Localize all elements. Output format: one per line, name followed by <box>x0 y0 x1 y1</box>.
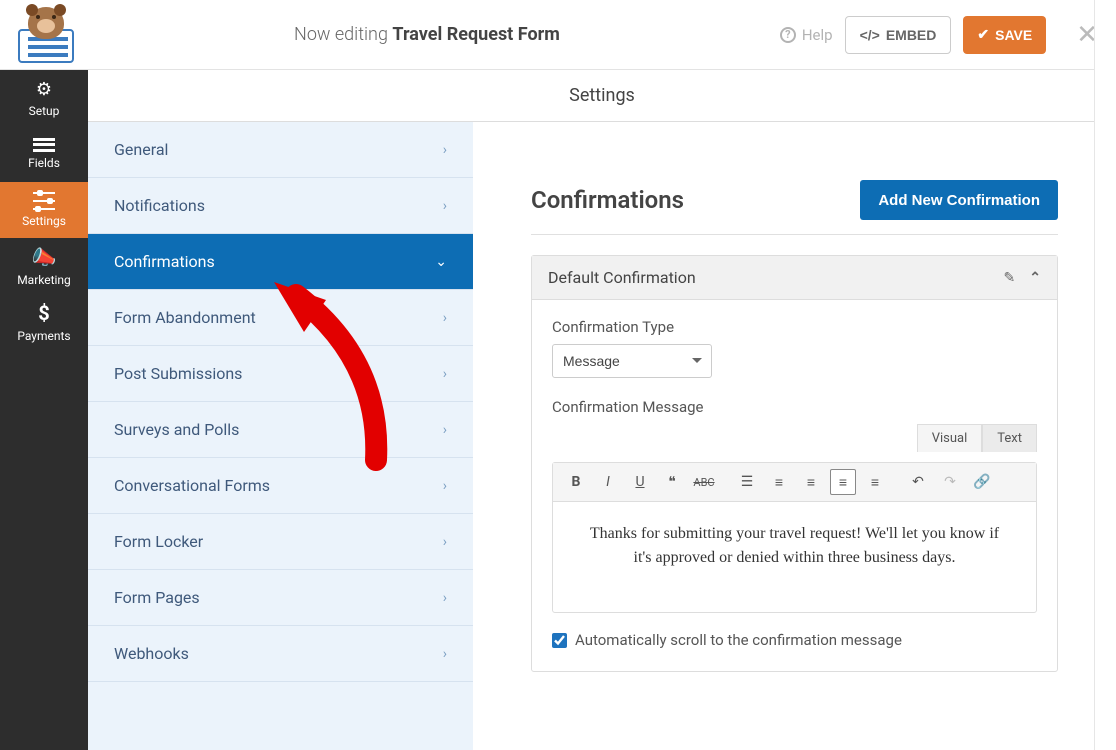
tab-visual[interactable]: Visual <box>917 424 983 452</box>
rail-label: Setup <box>29 104 60 118</box>
dollar-icon: $ <box>38 301 49 325</box>
chevron-right-icon: › <box>443 310 447 326</box>
auto-scroll-checkbox[interactable] <box>552 633 567 648</box>
align-left-button[interactable]: ≡ <box>798 469 824 495</box>
title-prefix: Now editing <box>294 24 388 45</box>
sliders-icon <box>33 192 55 210</box>
editor-toolbar: B I U ❝ ABC ☰ ≡ ≡ ≡ <box>553 463 1036 502</box>
check-icon: ✔ <box>977 26 989 43</box>
auto-scroll-row[interactable]: Automatically scroll to the confirmation… <box>552 631 1037 649</box>
rail-label: Marketing <box>17 273 71 287</box>
collapse-icon[interactable]: ⌃ <box>1029 270 1041 286</box>
confirmation-accordion: Default Confirmation ✎ ⌃ Confirmation Ty… <box>531 255 1058 672</box>
menu-form-pages[interactable]: Form Pages› <box>88 570 473 626</box>
align-center-button[interactable]: ≡ <box>830 469 856 495</box>
accordion-header[interactable]: Default Confirmation ✎ ⌃ <box>532 256 1057 300</box>
help-label: Help <box>802 26 833 44</box>
panel-title: Confirmations <box>531 186 684 214</box>
align-right-button[interactable]: ≡ <box>862 469 888 495</box>
strike-button[interactable]: ABC <box>691 469 717 495</box>
message-label: Confirmation Message <box>552 398 1037 416</box>
quote-button[interactable]: ❝ <box>659 469 685 495</box>
menu-conversational[interactable]: Conversational Forms› <box>88 458 473 514</box>
rail-label: Fields <box>28 156 60 170</box>
menu-general[interactable]: General› <box>88 122 473 178</box>
rail-label: Payments <box>17 329 70 343</box>
rich-editor: B I U ❝ ABC ☰ ≡ ≡ ≡ <box>552 462 1037 613</box>
help-link[interactable]: ? Help <box>780 26 833 44</box>
app-logo <box>18 7 74 63</box>
form-name: Travel Request Form <box>392 24 559 45</box>
type-label: Confirmation Type <box>552 318 1037 336</box>
bold-button[interactable]: B <box>563 469 589 495</box>
rail-marketing[interactable]: 📣 Marketing <box>0 238 88 294</box>
list-icon <box>33 138 55 152</box>
confirmation-type-select[interactable]: Message <box>552 344 712 378</box>
top-bar: Now editing Travel Request Form ? Help <… <box>0 0 1116 70</box>
undo-button[interactable]: ↶ <box>905 469 931 495</box>
bullet-list-button[interactable]: ☰ <box>734 469 760 495</box>
edit-icon[interactable]: ✎ <box>1004 270 1016 286</box>
menu-surveys-polls[interactable]: Surveys and Polls› <box>88 402 473 458</box>
chevron-right-icon: › <box>443 422 447 438</box>
chevron-down-icon: ⌄ <box>435 254 447 270</box>
menu-form-abandonment[interactable]: Form Abandonment› <box>88 290 473 346</box>
chevron-right-icon: › <box>443 646 447 662</box>
megaphone-icon: 📣 <box>32 245 57 269</box>
rail-setup[interactable]: ⚙ Setup <box>0 70 88 126</box>
settings-menu: General› Notifications› Confirmations⌄ F… <box>88 122 473 750</box>
content-area: Confirmations Add New Confirmation Defau… <box>473 122 1116 750</box>
add-confirmation-button[interactable]: Add New Confirmation <box>860 180 1058 220</box>
chevron-right-icon: › <box>443 366 447 382</box>
menu-confirmations[interactable]: Confirmations⌄ <box>88 234 473 290</box>
auto-scroll-label: Automatically scroll to the confirmation… <box>575 631 902 649</box>
accordion-title: Default Confirmation <box>548 268 696 287</box>
save-button[interactable]: ✔ SAVE <box>963 16 1046 54</box>
chevron-right-icon: › <box>443 142 447 158</box>
tab-text[interactable]: Text <box>982 424 1037 452</box>
page-title: Now editing Travel Request Form <box>74 24 780 45</box>
confirmations-panel: Confirmations Add New Confirmation Defau… <box>505 156 1084 702</box>
menu-webhooks[interactable]: Webhooks› <box>88 626 473 682</box>
chevron-right-icon: › <box>443 534 447 550</box>
menu-form-locker[interactable]: Form Locker› <box>88 514 473 570</box>
menu-post-submissions[interactable]: Post Submissions› <box>88 346 473 402</box>
redo-button[interactable]: ↷ <box>937 469 963 495</box>
menu-notifications[interactable]: Notifications› <box>88 178 473 234</box>
help-icon: ? <box>780 27 796 43</box>
side-rail: ⚙ Setup Fields Settings 📣 Marketing $ Pa… <box>0 70 88 750</box>
rail-label: Settings <box>22 214 66 228</box>
rail-settings[interactable]: Settings <box>0 182 88 238</box>
gear-icon: ⚙ <box>36 79 52 100</box>
embed-label: EMBED <box>886 27 937 43</box>
right-divider <box>1094 0 1116 750</box>
chevron-right-icon: › <box>443 590 447 606</box>
save-label: SAVE <box>995 27 1032 43</box>
chevron-right-icon: › <box>443 198 447 214</box>
code-icon: </> <box>860 27 880 43</box>
rail-payments[interactable]: $ Payments <box>0 294 88 350</box>
link-button[interactable]: 🔗 <box>969 469 995 495</box>
embed-button[interactable]: </> EMBED <box>845 16 952 54</box>
message-textarea[interactable]: Thanks for submitting your travel reques… <box>553 502 1036 612</box>
underline-button[interactable]: U <box>627 469 653 495</box>
italic-button[interactable]: I <box>595 469 621 495</box>
rail-fields[interactable]: Fields <box>0 126 88 182</box>
number-list-button[interactable]: ≡ <box>766 469 792 495</box>
chevron-right-icon: › <box>443 478 447 494</box>
subheader: Settings <box>88 70 1116 122</box>
